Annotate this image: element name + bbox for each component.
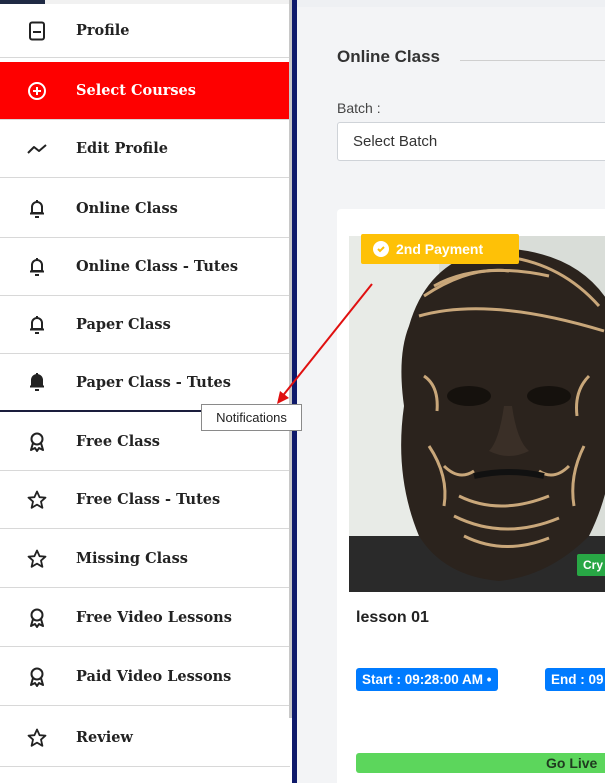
bell-icon (26, 256, 48, 278)
sidebar-item-label: Review (76, 729, 133, 746)
star-icon (26, 727, 48, 749)
bell-icon (26, 371, 48, 393)
check-circle-icon (373, 241, 389, 257)
sidebar-item-label: Paper Class - Tutes (76, 373, 231, 391)
sidebar-item-label: Free Class (76, 433, 160, 450)
sidebar-item-label: Paid Video Lessons (76, 668, 232, 685)
award-icon (26, 607, 48, 629)
sidebar-item-edit-profile[interactable]: Edit Profile (0, 120, 290, 178)
sidebar-item-label: Online Class - Tutes (76, 258, 238, 275)
lesson-title: lesson 01 (356, 609, 429, 626)
sidebar-item-label: Edit Profile (76, 140, 168, 157)
sidebar-item-paper-class[interactable]: Paper Class (0, 296, 290, 354)
start-time-badge: Start : 09:28:00 AM • (356, 668, 498, 691)
bell-icon (26, 198, 48, 220)
payment-badge: 2nd Payment (361, 234, 519, 264)
bell-icon (26, 314, 48, 336)
notifications-tooltip: Notifications (201, 404, 302, 431)
sidebar-item-label: Select Courses (76, 82, 196, 99)
star-icon (26, 489, 48, 511)
star-icon (26, 548, 48, 570)
sidebar-item-missing-class[interactable]: Missing Class (0, 530, 290, 588)
batch-label: Batch : (337, 100, 381, 116)
sidebar-item-select-courses[interactable]: Select Courses (0, 62, 290, 120)
title-rule (460, 60, 605, 61)
sidebar-item-label: Online Class (76, 200, 178, 217)
sidebar-item-label: Paper Class (76, 316, 171, 333)
sidebar-item-label: Missing Class (76, 550, 188, 567)
sidebar: Profile Select Courses Edit Profile Onli… (0, 0, 293, 783)
sidebar-item-free-class-tutes[interactable]: Free Class - Tutes (0, 471, 290, 529)
sidebar-item-label: Free Video Lessons (76, 609, 232, 626)
main-content: Online Class Batch : Select Batch 2nd Pa… (297, 0, 605, 783)
award-icon (26, 431, 48, 453)
page-title: Online Class (337, 47, 440, 66)
lesson-card: 2nd Payment Cry lesson 01 Start : 09:28:… (337, 209, 605, 783)
batch-select[interactable]: Select Batch (337, 122, 605, 161)
sidebar-item-paid-video-lessons[interactable]: Paid Video Lessons (0, 648, 290, 706)
trend-line-icon (26, 138, 48, 160)
payment-badge-label: 2nd Payment (396, 241, 484, 257)
image-tag: Cry (577, 554, 605, 576)
award-icon (26, 666, 48, 688)
document-icon (26, 20, 48, 42)
sidebar-item-label: Profile (76, 22, 130, 39)
end-time-badge: End : 09 (545, 668, 605, 691)
sidebar-item-review[interactable]: Review (0, 709, 290, 767)
lesson-thumbnail[interactable] (349, 236, 605, 592)
sidebar-item-online-class-tutes[interactable]: Online Class - Tutes (0, 238, 290, 296)
sidebar-item-free-video-lessons[interactable]: Free Video Lessons (0, 589, 290, 647)
sidebar-item-label: Free Class - Tutes (76, 491, 221, 508)
go-live-button[interactable]: Go Live (356, 753, 605, 773)
sidebar-item-online-class[interactable]: Online Class (0, 180, 290, 238)
plus-circle-icon (26, 80, 48, 102)
sidebar-item-profile[interactable]: Profile (0, 4, 290, 58)
